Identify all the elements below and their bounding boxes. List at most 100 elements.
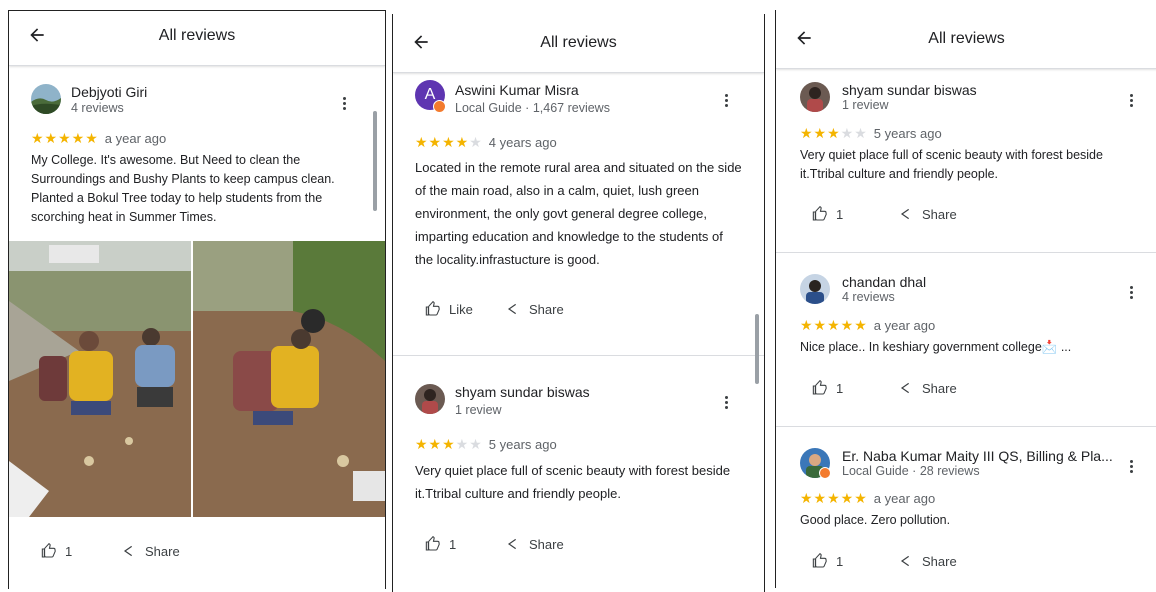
stars-filled: ★★★★★	[800, 490, 868, 506]
star-rating: ★★★★★ a year ago	[800, 490, 935, 507]
scrollbar[interactable]	[755, 314, 759, 384]
reviewer-meta: Local Guide · 1,467 reviews	[455, 101, 610, 115]
local-guide-badge-icon	[433, 100, 446, 113]
share-button[interactable]: Share	[505, 536, 564, 552]
share-label: Share	[145, 543, 180, 559]
scrollbar[interactable]	[373, 111, 377, 211]
star-rating: ★★★★★ a year ago	[800, 317, 935, 334]
star-rating: ★★★★★ a year ago	[31, 130, 166, 147]
thumb-up-icon	[812, 553, 827, 568]
thumb-up-icon	[425, 301, 440, 316]
share-icon	[507, 538, 517, 550]
reviewer-meta: 1 review	[455, 403, 502, 417]
local-guide-badge-icon	[819, 467, 831, 479]
like-button[interactable]: Like	[425, 301, 473, 317]
share-button[interactable]: Share	[121, 543, 180, 559]
app-bar: All reviews	[9, 11, 385, 66]
share-icon	[900, 555, 910, 567]
review-date: 5 years ago	[873, 126, 942, 141]
review-text: Nice place.. In keshiary government coll…	[800, 338, 1150, 357]
review-text: Very quiet place full of scenic beauty w…	[415, 459, 755, 505]
reviewer-meta: 1 review	[842, 98, 889, 112]
review-date: 5 years ago	[488, 437, 557, 452]
review-text-line: Good place. Zero pollution.	[800, 513, 951, 527]
reviewer-name[interactable]: Debjyoti Giri	[71, 84, 147, 100]
app-bar: All reviews	[776, 10, 1156, 69]
avatar[interactable]	[800, 274, 830, 304]
review-text: My College. It's awesome. But Need to cl…	[31, 151, 371, 227]
like-count: 1	[449, 536, 457, 552]
review-text-line: Located in the remote rural area and sit…	[415, 160, 742, 175]
reviewer-name[interactable]: Er. Naba Kumar Maity III QS, Billing & P…	[842, 448, 1113, 464]
thumb-up-icon	[812, 206, 827, 221]
share-label: Share	[529, 536, 564, 552]
review-date: a year ago	[104, 131, 167, 146]
more-vert-icon[interactable]	[1130, 92, 1134, 109]
like-button[interactable]: 1	[812, 206, 843, 222]
review-date: a year ago	[873, 491, 936, 506]
more-vert-icon[interactable]	[725, 92, 729, 109]
share-button[interactable]: Share	[505, 301, 564, 317]
review-date: 4 years ago	[488, 135, 557, 150]
like-count: 1	[836, 380, 844, 396]
like-count: 1	[836, 553, 844, 569]
share-label: Share	[922, 553, 957, 569]
reviewer-meta: 4 reviews	[71, 101, 124, 115]
reviewer-name[interactable]: Aswini Kumar Misra	[455, 82, 579, 98]
review-text-line: Very quiet place full of scenic beauty w…	[800, 148, 1103, 162]
more-vert-icon[interactable]	[725, 394, 729, 411]
share-icon	[123, 545, 133, 557]
reviews-panel-2: All reviews A Aswini Kumar Misra Local G…	[392, 14, 765, 592]
star-rating: ★★★★★ 5 years ago	[800, 125, 942, 142]
more-vert-icon[interactable]	[1130, 458, 1134, 475]
review-photo[interactable]	[9, 241, 191, 517]
share-label: Share	[922, 206, 957, 222]
divider	[393, 355, 764, 356]
thumb-up-icon	[41, 543, 56, 558]
page-title: All reviews	[928, 30, 1005, 47]
stars-empty: ★	[469, 134, 483, 150]
page-title: All reviews	[540, 34, 617, 51]
share-icon	[900, 208, 910, 220]
more-vert-icon[interactable]	[343, 95, 347, 112]
more-vert-icon[interactable]	[1130, 284, 1134, 301]
like-button[interactable]: 1	[812, 553, 843, 569]
like-button[interactable]: 1	[425, 536, 456, 552]
avatar[interactable]	[800, 82, 830, 112]
review-photo[interactable]	[193, 241, 385, 517]
avatar[interactable]	[31, 84, 61, 114]
review-date: a year ago	[873, 318, 936, 333]
share-button[interactable]: Share	[898, 380, 957, 396]
stars-empty: ★★	[455, 436, 483, 452]
reviewer-name[interactable]: shyam sundar biswas	[842, 82, 977, 98]
reviews-panel-1: All reviews Debjyoti Giri 4 reviews ★★★★…	[8, 10, 386, 589]
like-label: Like	[449, 301, 473, 317]
share-button[interactable]: Share	[898, 206, 957, 222]
review-text-line: Nice place.. In keshiary government coll…	[800, 340, 1072, 354]
avatar[interactable]	[415, 384, 445, 414]
like-count: 1	[65, 543, 73, 559]
stars-filled: ★★★★★	[31, 130, 99, 146]
share-label: Share	[529, 301, 564, 317]
review-text-line: Planted a Bokul Tree today to help stude…	[31, 191, 323, 205]
page-title: All reviews	[158, 27, 236, 44]
like-button[interactable]: 1	[41, 543, 72, 559]
review-text: Located in the remote rural area and sit…	[415, 156, 755, 271]
reviewer-name[interactable]: shyam sundar biswas	[455, 384, 590, 400]
reviewer-meta: 4 reviews	[842, 290, 895, 304]
stars-filled: ★★★★	[415, 134, 470, 150]
stars-filled: ★★★	[800, 125, 841, 141]
like-button[interactable]: 1	[812, 380, 843, 396]
review-text-line: imparting education and knowledge to the…	[415, 229, 723, 244]
reviews-panel-3: All reviews shyam sundar biswas 1 review…	[775, 10, 1156, 588]
star-rating: ★★★★★ 5 years ago	[415, 436, 557, 453]
thumb-up-icon	[812, 380, 827, 395]
star-rating: ★★★★★ 4 years ago	[415, 134, 557, 151]
review-text-line: Surroundings and Bushy Plants to keep ca…	[31, 172, 335, 186]
review-text-line: it.Ttribal culture and friendly people.	[415, 486, 621, 501]
reviewer-name[interactable]: chandan dhal	[842, 274, 926, 290]
review-text-line: it.Ttribal culture and friendly people.	[800, 167, 999, 181]
review-text-line: environment, the only govt general degre…	[415, 206, 707, 221]
stars-empty: ★★	[840, 125, 868, 141]
share-button[interactable]: Share	[898, 553, 957, 569]
